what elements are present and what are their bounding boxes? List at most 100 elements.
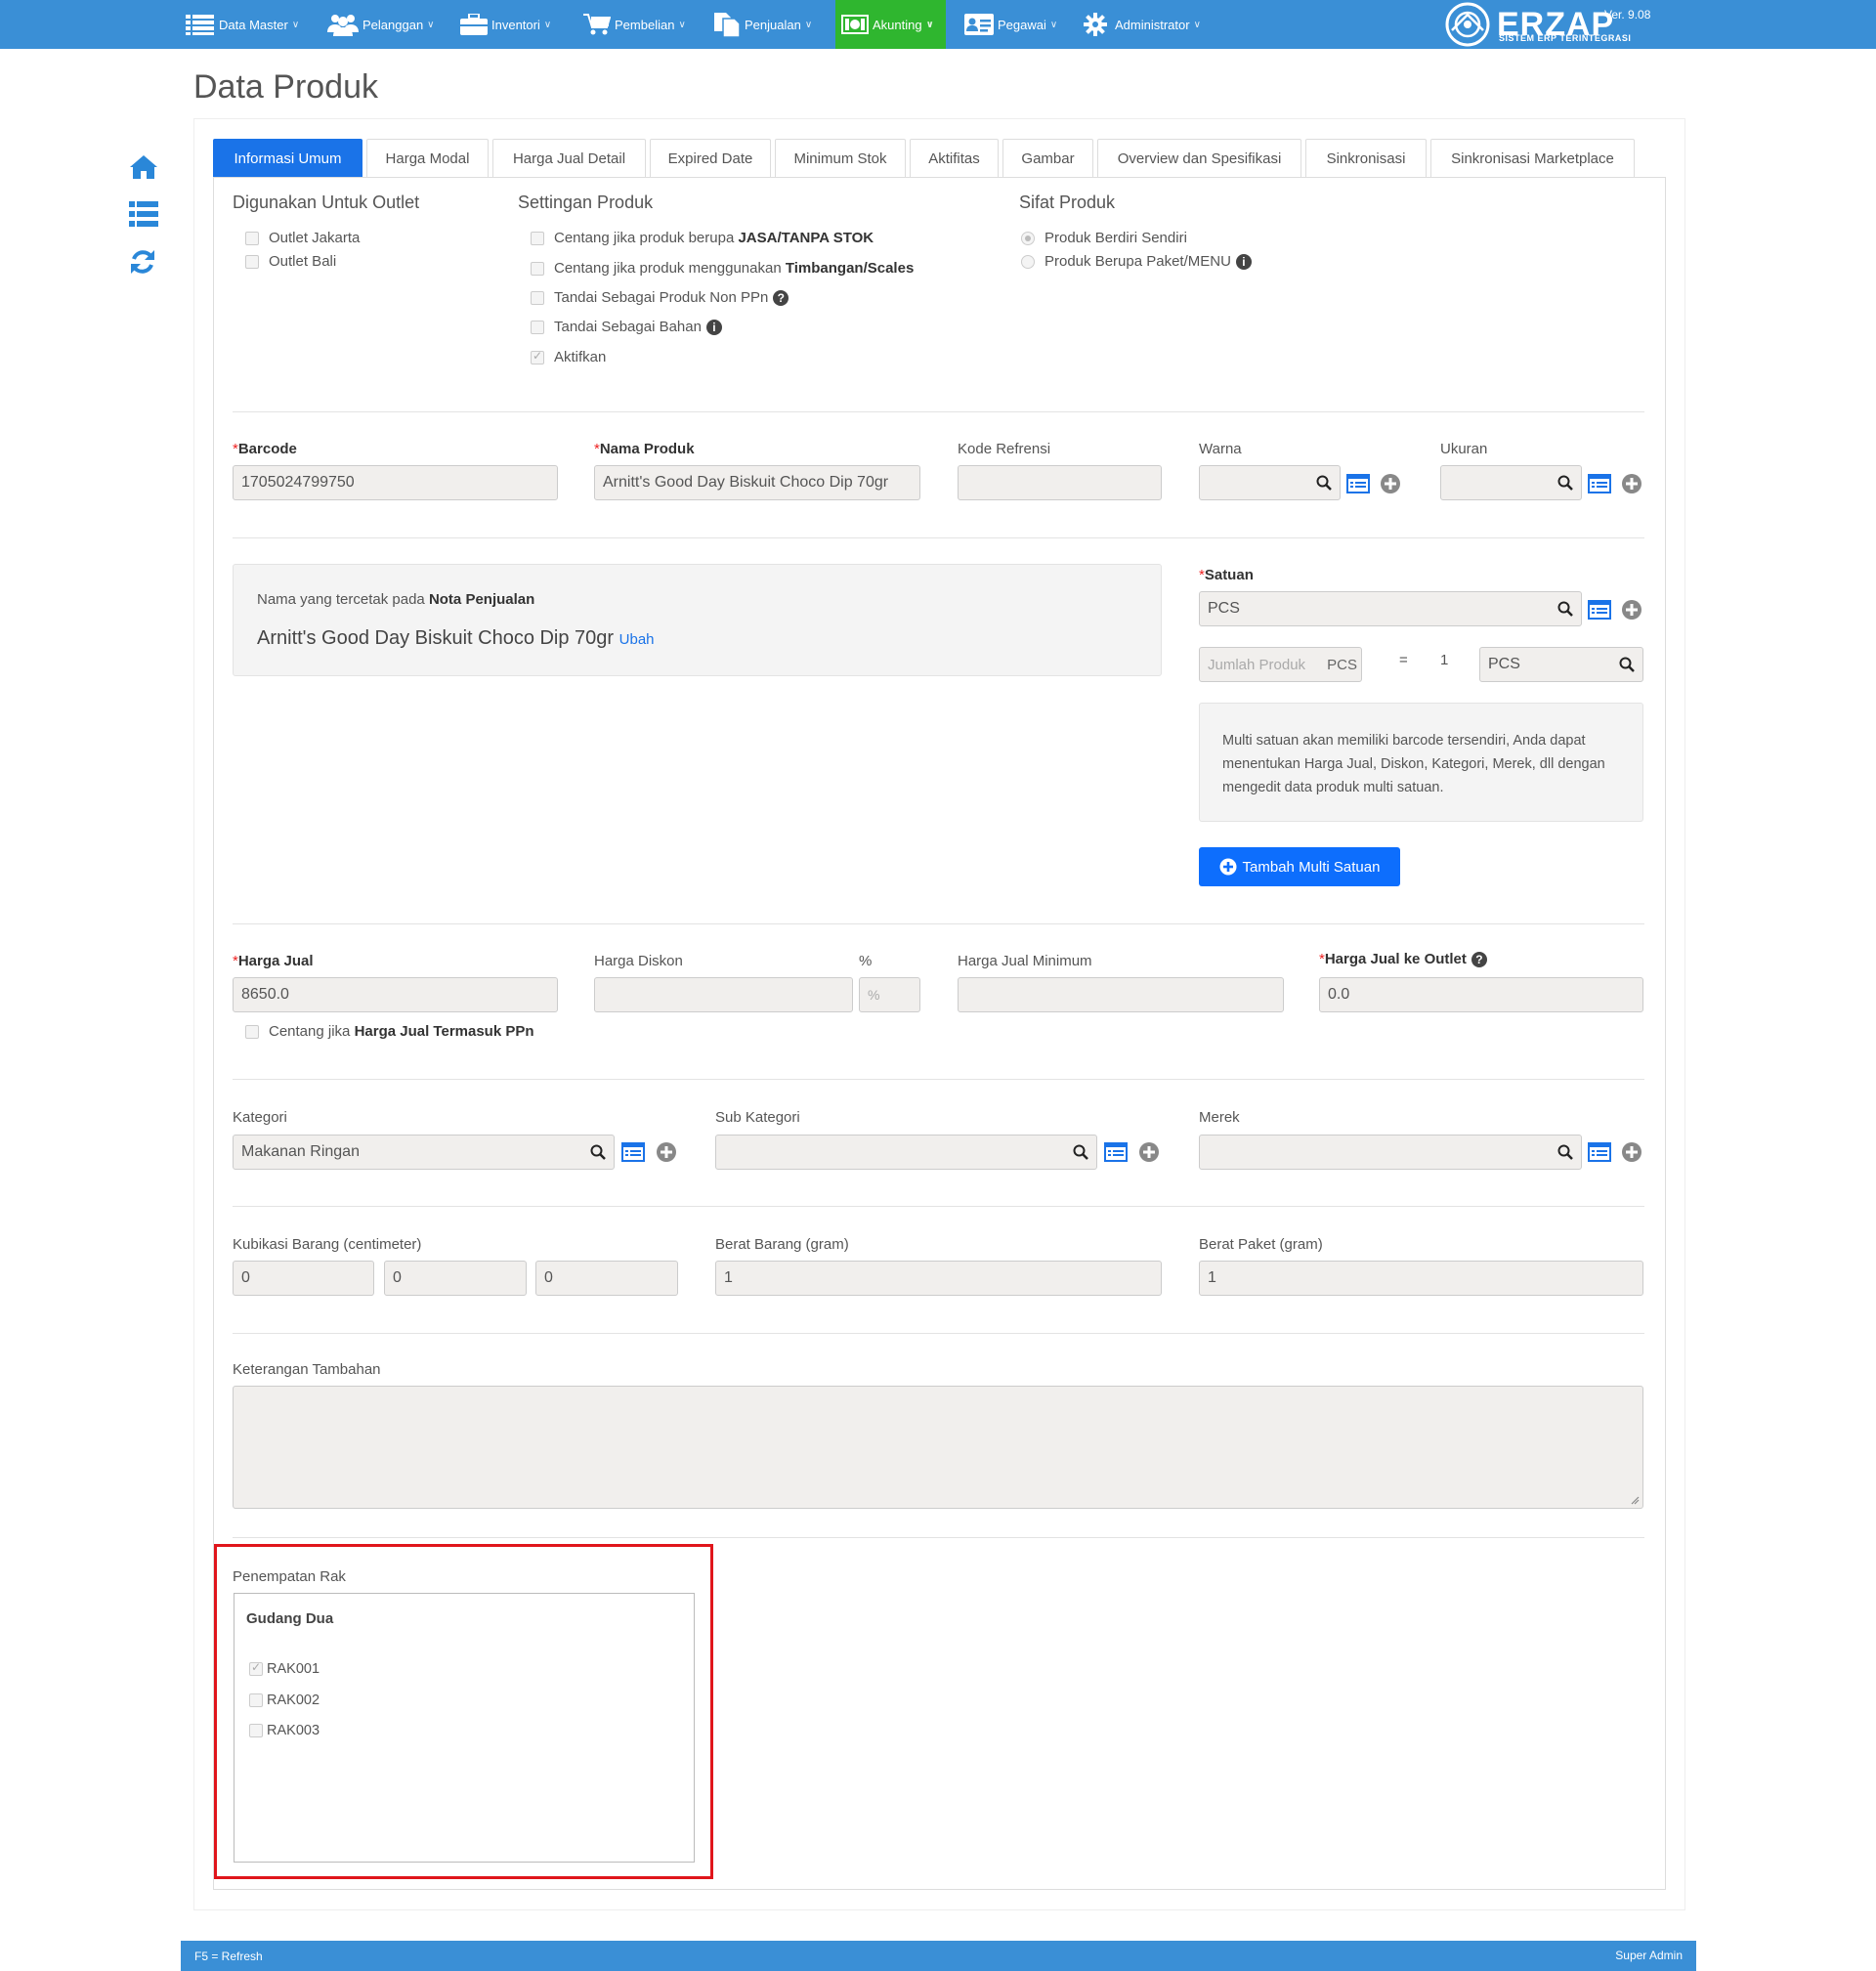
- keterangan-textarea[interactable]: [233, 1386, 1643, 1509]
- list-icon[interactable]: [129, 201, 158, 227]
- nav-pembelian[interactable]: Pembelian ∨: [583, 0, 686, 49]
- add-circle-icon[interactable]: [1138, 1141, 1160, 1163]
- checkbox[interactable]: [245, 254, 259, 269]
- list-view-icon[interactable]: [1346, 474, 1370, 493]
- add-circle-icon[interactable]: [656, 1141, 677, 1163]
- search-icon[interactable]: [1619, 657, 1635, 672]
- list-view-icon[interactable]: [1588, 1142, 1611, 1162]
- kode-refrensi-input[interactable]: [958, 465, 1162, 500]
- outlet-jakarta-checkbox[interactable]: Outlet Jakarta: [245, 230, 360, 246]
- add-circle-icon[interactable]: [1621, 473, 1642, 494]
- harga-diskon-input[interactable]: [594, 977, 853, 1012]
- nama-produk-input[interactable]: Arnitt's Good Day Biskuit Choco Dip 70gr: [594, 465, 920, 500]
- outlet-bali-checkbox[interactable]: Outlet Bali: [245, 253, 336, 270]
- sub-kategori-input[interactable]: [715, 1135, 1097, 1170]
- satuan-target-input[interactable]: PCS: [1479, 647, 1643, 682]
- sub-kategori-label: Sub Kategori: [715, 1109, 800, 1126]
- checkbox[interactable]: [531, 349, 544, 364]
- nav-pelanggan[interactable]: Pelanggan ∨: [327, 0, 435, 49]
- add-circle-icon[interactable]: [1621, 1141, 1642, 1163]
- chevron-down-icon: ∨: [1193, 19, 1201, 30]
- tab-harga-jual-detail[interactable]: Harga Jual Detail: [492, 139, 646, 178]
- home-icon[interactable]: [129, 154, 158, 180]
- nav-administrator[interactable]: Administrator ∨: [1084, 0, 1201, 49]
- nav-akunting[interactable]: Akunting ∨: [835, 0, 946, 49]
- berat-paket-input[interactable]: 1: [1199, 1261, 1643, 1296]
- radio[interactable]: [1021, 231, 1035, 245]
- checkbox[interactable]: [531, 290, 544, 305]
- list-view-icon[interactable]: [1588, 600, 1611, 620]
- add-circle-icon[interactable]: [1380, 473, 1401, 494]
- timbangan-checkbox[interactable]: Centang jika produk menggunakan Timbanga…: [531, 260, 914, 277]
- tab-gambar[interactable]: Gambar: [1002, 139, 1093, 178]
- resize-handle-icon[interactable]: [1630, 1495, 1640, 1505]
- id-card-icon: [964, 14, 994, 35]
- satuan-input[interactable]: PCS: [1199, 591, 1582, 626]
- tab-expired-date[interactable]: Expired Date: [650, 139, 771, 178]
- search-icon[interactable]: [1557, 601, 1573, 617]
- info-icon[interactable]: i: [705, 319, 722, 335]
- search-icon[interactable]: [1073, 1144, 1088, 1160]
- add-circle-icon[interactable]: [1621, 599, 1642, 621]
- search-icon[interactable]: [1557, 475, 1573, 491]
- footer-shortcut: F5 = Refresh: [194, 1950, 263, 1963]
- berat-barang-input[interactable]: 1: [715, 1261, 1162, 1296]
- tab-minimum-stok[interactable]: Minimum Stok: [775, 139, 906, 178]
- paket-menu-radio[interactable]: Produk Berupa Paket/MENU i: [1021, 253, 1252, 270]
- checkbox-label: Aktifkan: [554, 349, 607, 365]
- tambah-multi-satuan-button[interactable]: Tambah Multi Satuan: [1199, 847, 1400, 886]
- search-icon[interactable]: [590, 1144, 606, 1160]
- checkbox[interactable]: [531, 261, 544, 276]
- tab-sinkronisasi-marketplace[interactable]: Sinkronisasi Marketplace: [1430, 139, 1635, 178]
- search-icon[interactable]: [1557, 1144, 1573, 1160]
- warna-input[interactable]: [1199, 465, 1341, 500]
- nav-inventori[interactable]: Inventori ∨: [460, 0, 551, 49]
- barcode-input[interactable]: 1705024799750: [233, 465, 558, 500]
- tab-harga-modal[interactable]: Harga Modal: [366, 139, 489, 178]
- tab-overview-spesifikasi[interactable]: Overview dan Spesifikasi: [1097, 139, 1301, 178]
- checkbox[interactable]: [531, 320, 544, 334]
- list-view-icon[interactable]: [1104, 1142, 1128, 1162]
- ppn-checkbox[interactable]: Centang jika Harga Jual Termasuk PPn: [245, 1023, 534, 1040]
- nav-pegawai[interactable]: Pegawai ∨: [964, 0, 1057, 49]
- jasa-checkbox[interactable]: Centang jika produk berupa JASA/TANPA ST…: [531, 230, 874, 246]
- radio[interactable]: [1021, 254, 1035, 269]
- refresh-icon[interactable]: [129, 248, 156, 276]
- non-ppn-checkbox[interactable]: Tandai Sebagai Produk Non PPn?: [531, 289, 789, 306]
- checkbox[interactable]: [531, 231, 544, 245]
- aktifkan-checkbox[interactable]: Aktifkan: [531, 349, 606, 365]
- tab-aktifitas[interactable]: Aktifitas: [910, 139, 999, 178]
- checkbox[interactable]: [245, 231, 259, 245]
- jumlah-produk-input[interactable]: Jumlah Produk PCS: [1199, 647, 1362, 682]
- ukuran-input[interactable]: [1440, 465, 1582, 500]
- info-icon[interactable]: i: [1235, 253, 1252, 270]
- satuan-qty: 1: [1440, 652, 1449, 668]
- kubikasi-tinggi-input[interactable]: 0: [535, 1261, 678, 1296]
- question-icon[interactable]: ?: [773, 289, 789, 306]
- nav-penjualan[interactable]: Penjualan ∨: [713, 0, 812, 49]
- kubikasi-lebar-input[interactable]: 0: [384, 1261, 527, 1296]
- harga-outlet-input[interactable]: 0.0: [1319, 977, 1643, 1012]
- checkbox[interactable]: [245, 1024, 259, 1039]
- highlight-box: [214, 1544, 713, 1879]
- harga-minimum-input[interactable]: [958, 977, 1284, 1012]
- kategori-input[interactable]: Makanan Ringan: [233, 1135, 615, 1170]
- chevron-down-icon: ∨: [543, 19, 552, 30]
- merek-input[interactable]: [1199, 1135, 1582, 1170]
- berat-paket-label: Berat Paket (gram): [1199, 1236, 1323, 1253]
- question-icon[interactable]: ?: [1471, 951, 1487, 967]
- nav-data-master[interactable]: Data Master ∨: [186, 0, 299, 49]
- tab-informasi-umum[interactable]: Informasi Umum: [213, 139, 362, 178]
- harga-jual-input[interactable]: 8650.0: [233, 977, 558, 1012]
- ubah-link[interactable]: Ubah: [619, 631, 655, 648]
- harga-minimum-label: Harga Jual Minimum: [958, 953, 1092, 969]
- satuan-label: *Satuan: [1199, 567, 1254, 583]
- berdiri-sendiri-radio[interactable]: Produk Berdiri Sendiri: [1021, 230, 1187, 246]
- list-view-icon[interactable]: [621, 1142, 645, 1162]
- list-view-icon[interactable]: [1588, 474, 1611, 493]
- kubikasi-panjang-input[interactable]: 0: [233, 1261, 374, 1296]
- percent-input[interactable]: %: [859, 977, 920, 1012]
- search-icon[interactable]: [1316, 475, 1332, 491]
- bahan-checkbox[interactable]: Tandai Sebagai Bahan i: [531, 319, 722, 335]
- tab-sinkronisasi[interactable]: Sinkronisasi: [1305, 139, 1427, 178]
